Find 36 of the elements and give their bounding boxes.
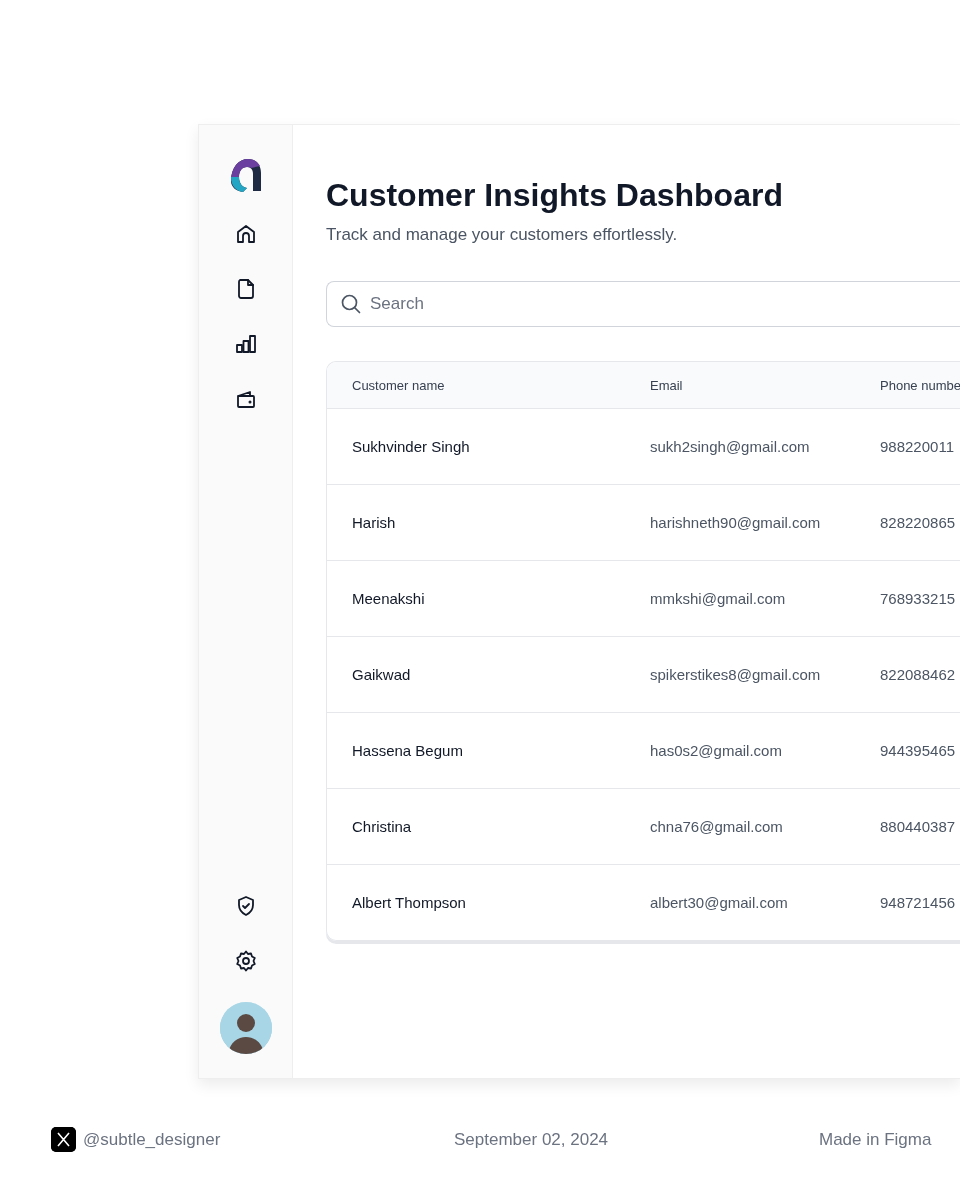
settings-icon[interactable] xyxy=(233,949,258,973)
search-field[interactable]: Search xyxy=(326,281,960,327)
logo-icon xyxy=(228,157,263,193)
bar-chart-icon[interactable] xyxy=(233,332,258,356)
avatar[interactable] xyxy=(219,1002,272,1054)
customer-name: Sukhvinder Singh xyxy=(352,438,471,455)
email-cell-text: albert30@gmail.com xyxy=(650,894,789,911)
phone-cell-text: 828220865 xyxy=(880,514,957,531)
email-cell-text: chna76@gmail.com xyxy=(650,818,784,835)
x-logo-icon xyxy=(51,1127,76,1152)
phone-cell-text: 944395465 xyxy=(880,742,957,759)
search-icon xyxy=(341,294,361,314)
customer-name: Gaikwad xyxy=(352,666,412,683)
email-cell-text: mmkshi@gmail.com xyxy=(650,590,787,607)
phone-cell-text: 822088462 xyxy=(880,666,957,683)
column-header: Email xyxy=(650,377,684,393)
email-cell-text: sukh2singh@gmail.com xyxy=(650,438,811,455)
email-cell-text: spikerstikes8@gmail.com xyxy=(650,666,822,683)
phone-cell-text: 880440387 xyxy=(880,818,957,835)
page-subtitle: Track and manage your customers effortlessly. xyxy=(326,225,679,245)
email-cell-text: has0s2@gmail.com xyxy=(650,742,783,759)
customer-name: Harish xyxy=(352,514,397,531)
column-header: Customer name xyxy=(352,377,446,393)
customer-name: Albert Thompson xyxy=(352,894,467,911)
phone-cell-text: 988220011 xyxy=(880,438,955,455)
customer-name: Christina xyxy=(352,818,413,835)
phone-cell-text: 768933215 xyxy=(880,590,957,607)
email-cell-text: harishneth90@gmail.com xyxy=(650,514,822,531)
customer-name: Meenakshi xyxy=(352,590,426,607)
phone-cell-text: 948721456 xyxy=(880,894,957,911)
author-handle: @subtle_designer xyxy=(83,1129,222,1150)
column-header: Phone numbe xyxy=(880,377,960,393)
date-text: September 02, 2024 xyxy=(454,1129,610,1150)
credit-text: Made in Figma xyxy=(819,1129,932,1150)
page-title: Customer Insights Dashboard xyxy=(326,177,784,214)
customer-name: Hassena Begum xyxy=(352,742,464,759)
